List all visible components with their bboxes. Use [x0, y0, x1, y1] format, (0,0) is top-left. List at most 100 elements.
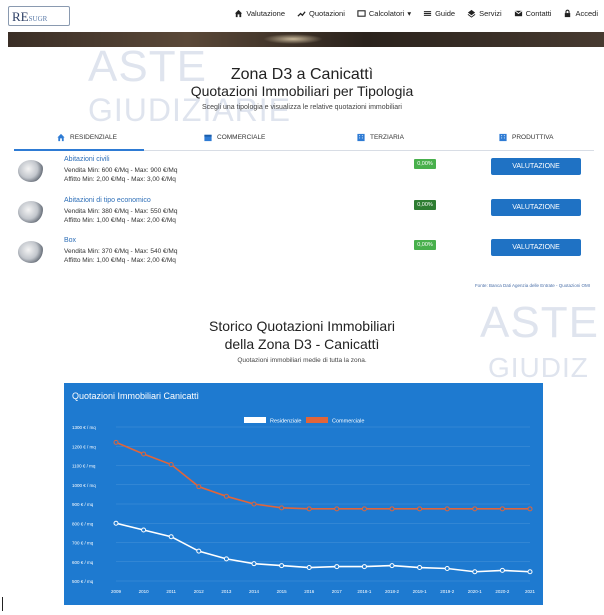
x-tick-label: 2016: [304, 589, 315, 594]
valutazione-button[interactable]: VALUTAZIONE: [491, 199, 581, 216]
legend-label: Residenziale: [270, 419, 302, 425]
y-tick-label: 500 € / mq: [72, 579, 94, 584]
listing-title[interactable]: Abitazioni civili: [64, 156, 110, 163]
data-point: [334, 506, 340, 512]
listing-affitto: Affitto Min: 2,00 €/Mq - Max: 3,00 €/Mq: [64, 176, 176, 183]
history-title: Storico Quotazioni Immobiliari: [209, 318, 395, 334]
x-tick-label: 2010: [139, 589, 150, 594]
calculator-icon: [357, 10, 366, 17]
data-source-note[interactable]: Fonte: Banca Dati Agenzia delle Entrate …: [475, 283, 590, 288]
listing-affitto: Affitto Min: 1,00 €/Mq - Max: 2,00 €/Mq: [64, 257, 176, 264]
tab-produttiva[interactable]: PRODUTTIVA: [498, 133, 553, 142]
y-tick-label: 700 € / mq: [72, 541, 94, 546]
top-navbar: RESUGR Valutazione Quotazioni Calcolator…: [0, 0, 604, 32]
text-cursor: [2, 597, 3, 611]
x-tick-label: 2019-1: [413, 589, 428, 594]
legend-swatch: [306, 417, 328, 423]
lock-icon: [565, 9, 571, 18]
listing-affitto: Affitto Min: 1,00 €/Mq - Max: 2,00 €/Mq: [64, 217, 176, 224]
nav-calcolatori[interactable]: Calcolatori ▾: [357, 9, 411, 18]
y-tick-label: 600 € / mq: [72, 560, 94, 565]
x-tick-label: 2019-2: [440, 589, 455, 594]
page-subtitle: Scegli una tipologia e visualizza le rel…: [202, 104, 402, 111]
variation-badge: 0,00%: [414, 200, 436, 210]
nav-quotazioni[interactable]: Quotazioni: [297, 9, 345, 18]
factory-icon: [499, 133, 507, 142]
home-icon: [235, 9, 243, 18]
tab-residenziale[interactable]: RESIDENZIALE: [56, 133, 117, 142]
x-tick-label: 2015: [277, 589, 288, 594]
data-point: [389, 563, 395, 569]
listing-vendita: Vendita Min: 380 €/Mq - Max: 550 €/Mq: [64, 208, 178, 215]
x-tick-label: 2009: [111, 589, 122, 594]
list-item: Abitazioni di tipo economico Vendita Min…: [18, 197, 598, 237]
data-point: [306, 565, 312, 571]
property-thumbnail: [18, 241, 44, 263]
data-point: [361, 506, 367, 512]
x-tick-label: 2018-1: [357, 589, 372, 594]
x-tick-label: 2013: [221, 589, 232, 594]
series-line: [115, 522, 531, 573]
layers-icon: [467, 9, 476, 18]
data-point: [499, 506, 505, 512]
nav-contatti[interactable]: Contatti: [514, 9, 551, 18]
data-point: [223, 556, 229, 562]
data-point: [113, 439, 119, 445]
x-tick-label: 2020-1: [468, 589, 483, 594]
trend-icon: [297, 11, 306, 17]
x-tick-label: 2021: [525, 589, 536, 594]
valutazione-button[interactable]: VALUTAZIONE: [491, 158, 581, 175]
nav-servizi[interactable]: Servizi: [467, 9, 502, 18]
list-item: Box Vendita Min: 370 €/Mq - Max: 540 €/M…: [18, 237, 598, 277]
page-title: Zona D3 a Canicattì: [230, 66, 374, 83]
legend-swatch: [244, 417, 266, 423]
listing-title[interactable]: Abitazioni di tipo economico: [64, 197, 151, 204]
valutazione-button[interactable]: VALUTAZIONE: [491, 239, 581, 256]
data-point: [223, 493, 229, 499]
data-point: [389, 506, 395, 512]
data-point: [472, 506, 478, 512]
variation-badge: 0,00%: [414, 159, 436, 169]
y-tick-label: 1300 € / mq: [72, 425, 96, 430]
data-point: [499, 567, 505, 573]
listing-vendita: Vendita Min: 600 €/Mq - Max: 900 €/Mq: [64, 167, 178, 174]
price-history-chart: Quotazioni Immobiliari Canicattì 1300 € …: [64, 383, 543, 605]
x-tick-label: 2017: [332, 589, 343, 594]
site-logo[interactable]: RESUGR: [8, 6, 70, 26]
mail-icon: [514, 10, 522, 17]
data-point: [444, 506, 450, 512]
legend-label: Commerciale: [332, 419, 364, 425]
variation-badge: 0,00%: [414, 240, 436, 250]
typology-tabs: RESIDENZIALE COMMERCIALE TERZIARIA PRODU…: [0, 133, 604, 149]
x-tick-label: 2020-2: [495, 589, 510, 594]
shop-icon: [204, 134, 212, 142]
property-thumbnail: [18, 160, 44, 182]
listing-title[interactable]: Box: [64, 237, 76, 244]
y-tick-label: 800 € / mq: [72, 521, 94, 526]
data-point: [334, 564, 340, 570]
y-tick-label: 1000 € / mq: [72, 483, 96, 488]
building-icon: [357, 133, 365, 142]
data-point: [527, 569, 533, 575]
chart-svg: 1300 € / mq 1200 € / mq 1100 € / mq 1000 € …: [72, 417, 536, 594]
chevron-down-icon: ▾: [407, 9, 412, 18]
list-item: Abitazioni civili Vendita Min: 600 €/Mq …: [18, 156, 598, 196]
data-point: [113, 520, 119, 526]
tab-commerciale[interactable]: COMMERCIALE: [203, 133, 265, 142]
nav-accedi[interactable]: Accedi: [563, 9, 598, 18]
page-subheading: Quotazioni Immobiliari per Tipologia: [190, 83, 414, 99]
data-point: [527, 506, 533, 512]
data-point: [168, 534, 174, 540]
y-tick-label: 900 € / mq: [72, 502, 94, 507]
data-point: [168, 462, 174, 468]
listing-vendita: Vendita Min: 370 €/Mq - Max: 540 €/Mq: [64, 248, 178, 255]
nav-valutazione[interactable]: Valutazione: [234, 9, 285, 18]
tab-terziaria[interactable]: TERZIARIA: [356, 133, 404, 142]
data-point: [279, 563, 285, 569]
history-subheading: della Zona D3 - Canicattì: [224, 336, 380, 352]
x-tick-label: 2012: [194, 589, 205, 594]
data-point: [251, 501, 257, 507]
nav-guide[interactable]: Guide: [423, 9, 455, 18]
series-line: [115, 441, 530, 510]
data-point: [141, 527, 147, 533]
